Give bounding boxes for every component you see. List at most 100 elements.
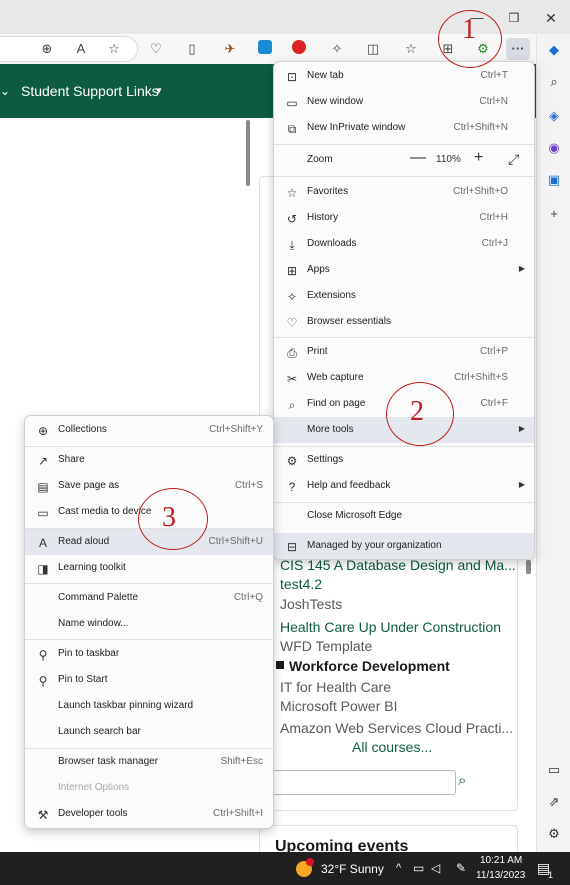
extensions-puzzle-icon[interactable]: ✧ [326,38,348,60]
menu-search-bar[interactable]: Launch search bar [25,719,273,745]
chevron-up-icon[interactable]: ^ [396,862,401,874]
menu-shortcut: Shift+Esc [220,756,263,767]
web-capture-icon: ✂ [286,372,298,386]
menu-settings[interactable]: ⚙ Settings [274,447,534,473]
menu-share[interactable]: ↗ Share [25,447,273,473]
weather-text[interactable]: 32°F Sunny [321,862,384,876]
chevron-down-icon[interactable]: ⌄ [0,84,10,98]
pin-icon: ⚲ [38,674,48,688]
split-screen-icon[interactable]: ◫ [362,38,384,60]
menu-shortcut: Ctrl+Shift+N [453,122,508,133]
office-icon[interactable]: ◉ [544,138,564,158]
student-support-links[interactable]: Student Support Links [21,83,159,99]
menu-label: Pin to taskbar [58,648,120,659]
menu-close-edge[interactable]: Close Microsoft Edge [274,503,534,529]
search-icon[interactable]: ⌕ [544,72,564,92]
menu-learning-toolkit[interactable]: ◨ Learning toolkit [25,555,273,581]
favorites-icon[interactable]: ☆ [400,38,422,60]
favorite-star-icon[interactable]: ☆ [103,38,125,60]
menu-command-palette[interactable]: Command Palette Ctrl+Q [25,585,273,611]
menu-shortcut: Ctrl+H [479,212,508,223]
menu-pin-taskbar[interactable]: ⚲ Pin to taskbar [25,641,273,667]
menu-label: Apps [307,264,330,275]
help-icon: ? [288,480,296,494]
extension-icon[interactable]: ✈ [219,38,241,60]
menu-history[interactable]: ↺ History Ctrl+H [274,205,534,231]
clock-time[interactable]: 10:21 AM [480,855,522,866]
course-item[interactable]: Amazon Web Services Cloud Practi... [280,720,513,736]
external-icon[interactable]: ⇗ [544,792,564,812]
menu-label: Learning toolkit [58,562,126,573]
menu-label: Close Microsoft Edge [307,510,403,521]
network-icon[interactable]: ▭ [413,861,424,875]
menu-internet-options: Internet Options [25,775,273,801]
adblock-icon[interactable] [292,40,306,54]
extension-s-icon[interactable] [258,40,272,54]
panel-scrollbar[interactable] [526,560,531,574]
course-item[interactable]: Microsoft Power BI [280,698,397,714]
menu-label: Zoom [307,154,333,165]
apps-icon: ⊞ [286,264,298,278]
learning-icon: ◨ [37,562,49,576]
notification-count: 1 [548,870,554,880]
pocket-icon[interactable]: ♡ [145,38,167,60]
menu-shortcut: Ctrl+T [480,70,509,81]
settings-icon[interactable]: ⚙ [544,824,564,844]
restore-icon[interactable]: ❐ [503,7,525,29]
search-icon[interactable]: ⌕ [458,772,478,792]
menu-new-tab[interactable]: ⊡ New tab Ctrl+T [274,63,534,89]
more-button[interactable]: ··· [506,38,530,60]
menu-label: Managed by your organization [307,540,442,551]
menu-print[interactable]: ⎙ Print Ctrl+P [274,339,534,365]
menu-favorites[interactable]: ☆ Favorites Ctrl+Shift+O [274,179,534,205]
menu-new-inprivate[interactable]: ⧉ New InPrivate window Ctrl+Shift+N [274,115,534,141]
zoom-out-icon[interactable]: — [410,149,426,167]
menu-downloads[interactable]: ⤓ Downloads Ctrl+J [274,231,534,257]
menu-managed[interactable]: ⊟ Managed by your organization [274,533,534,559]
sidebar-toggle-icon[interactable]: ▭ [544,760,564,780]
address-bar[interactable]: ⊕ A ☆ [0,36,138,62]
zoom-in-icon[interactable]: + [474,149,483,167]
copilot-icon[interactable]: ◆ [544,40,564,60]
course-category[interactable]: Workforce Development [289,658,450,674]
menu-apps[interactable]: ⊞ Apps ▶ [274,257,534,283]
menu-name-window[interactable]: Name window... [25,611,273,637]
collections-icon: ⊕ [37,424,49,438]
tag-icon[interactable]: ◈ [544,106,564,126]
course-item[interactable]: WFD Template [280,638,372,654]
reader-icon[interactable]: ▯ [181,38,203,60]
close-icon[interactable]: ✕ [540,7,562,29]
read-aloud-icon[interactable]: A [70,38,92,60]
course-item[interactable]: Health Care Up Under Construction [280,619,501,635]
menu-label: Browser task manager [58,756,159,767]
menu-extensions[interactable]: ✧ Extensions [274,283,534,309]
menu-dev-tools[interactable]: ⚒ Developer tools Ctrl+Shift+I [25,801,273,827]
page-scrollbar[interactable] [246,120,250,186]
menu-label: Command Palette [58,592,139,603]
dev-tools-icon: ⚒ [37,808,49,822]
course-item[interactable]: test4.2 [280,576,322,592]
volume-icon[interactable]: ◁ [431,861,440,875]
menu-browser-essentials[interactable]: ♡ Browser essentials [274,309,534,335]
course-search-input[interactable] [268,770,456,795]
menu-label: Extensions [307,290,356,301]
menu-pin-start[interactable]: ⚲ Pin to Start [25,667,273,693]
fullscreen-icon[interactable]: ⤢ [508,151,519,168]
zoom-icon[interactable]: ⊕ [36,38,58,60]
menu-new-window[interactable]: ▭ New window Ctrl+N [274,89,534,115]
clock-date[interactable]: 11/13/2023 [476,870,525,881]
outlook-icon[interactable]: ▣ [544,170,564,190]
course-item[interactable]: JoshTests [280,596,342,612]
menu-pin-wizard[interactable]: Launch taskbar pinning wizard [25,693,273,719]
all-courses-link[interactable]: All courses... [352,739,432,755]
menu-help-feedback[interactable]: ? Help and feedback ▶ [274,473,534,499]
menu-shortcut: Ctrl+Shift+U [208,536,263,547]
course-item[interactable]: IT for Health Care [280,679,391,695]
read-aloud-icon: A [38,536,47,550]
pen-icon[interactable]: ✎ [456,861,466,875]
caret-down-icon[interactable]: ▾ [156,84,162,97]
menu-collections[interactable]: ⊕ Collections Ctrl+Shift+Y [25,417,273,443]
menu-label: New window [307,96,364,107]
add-icon[interactable]: + [544,204,564,224]
menu-task-manager[interactable]: Browser task manager Shift+Esc [25,749,273,775]
